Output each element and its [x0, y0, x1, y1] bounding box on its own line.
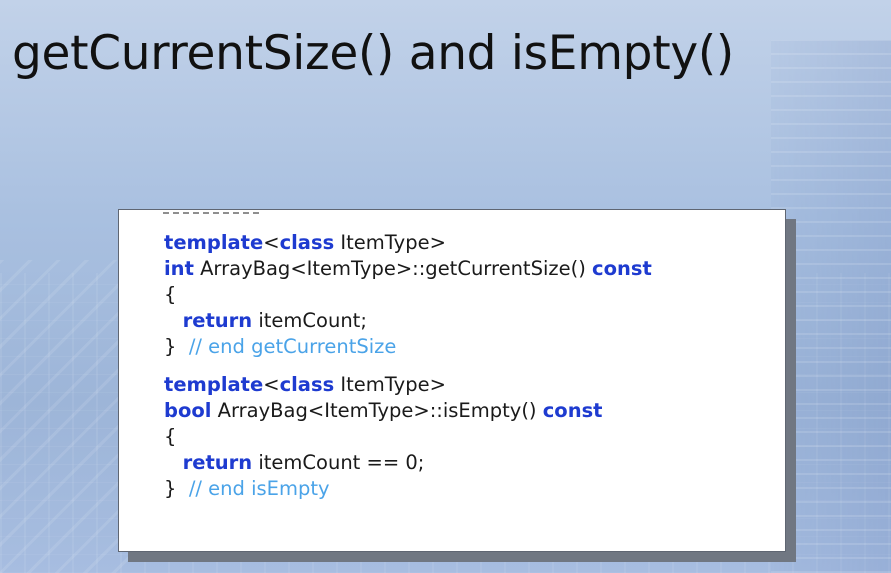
code-line-return-itemcount-zero: return itemCount == 0;: [182, 451, 425, 474]
code-line-return-itemcount: return itemCount;: [182, 309, 367, 332]
code-blank-gap: [164, 360, 652, 372]
code-line-signature-isempty: bool ArrayBag<ItemType>::isEmpty() const: [164, 399, 603, 422]
code-line-signature-getcurrentsize: int ArrayBag<ItemType>::getCurrentSize()…: [164, 257, 652, 280]
code-line-close-brace-2: } // end isEmpty: [164, 477, 330, 500]
code-line-open-brace-1: {: [164, 283, 177, 306]
code-line-template-2: template<class ItemType>: [164, 373, 446, 396]
code-listing: template<class ItemType> int ArrayBag<Ite…: [118, 209, 786, 552]
background-structure-image: [0, 260, 130, 573]
code-text: template<class ItemType> int ArrayBag<Ite…: [164, 230, 652, 502]
code-line-template-1: template<class ItemType>: [164, 231, 446, 254]
code-line-open-brace-2: {: [164, 425, 177, 448]
code-line-close-brace-1: } // end getCurrentSize: [164, 335, 397, 358]
slide-title: getCurrentSize() and isEmpty(): [12, 26, 734, 81]
cropped-previous-line: [163, 210, 259, 214]
